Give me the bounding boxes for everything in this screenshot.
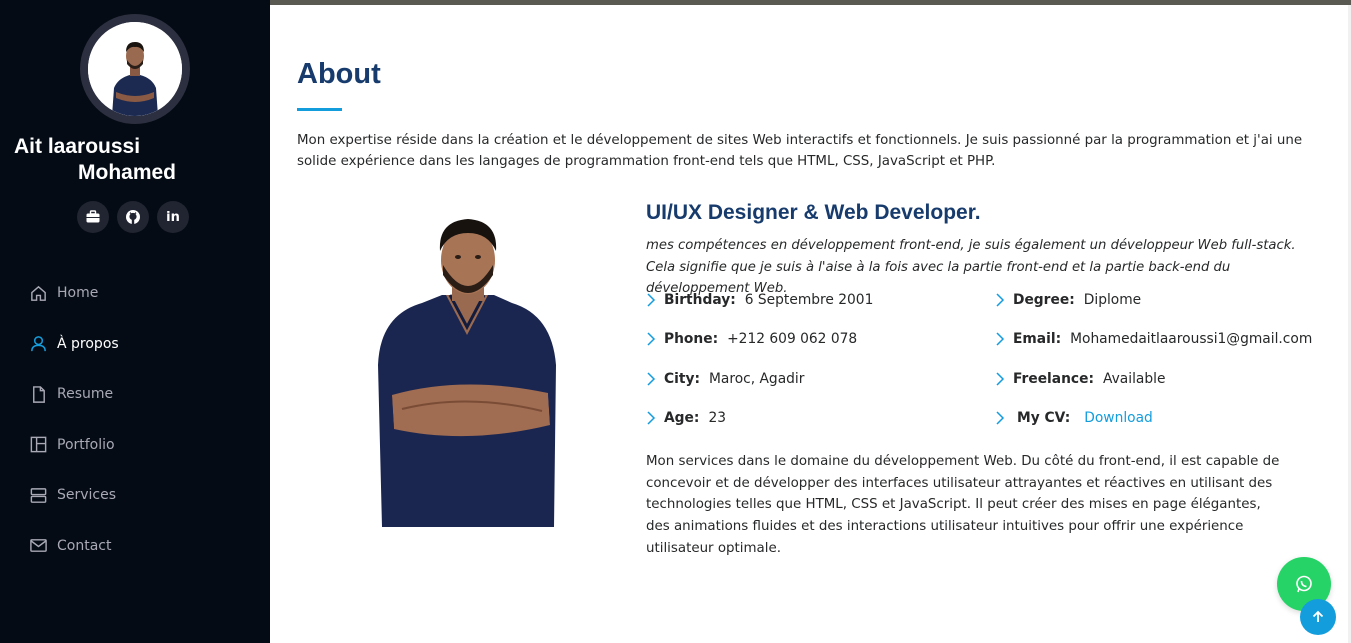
nav-item-home[interactable]: Home <box>28 268 119 319</box>
profile-portrait <box>372 215 562 527</box>
fact-cv: My CV: Download <box>995 410 1153 426</box>
fact-label: Degree: <box>1013 292 1075 308</box>
file-icon <box>28 384 48 404</box>
back-to-top-button[interactable] <box>1300 599 1336 635</box>
envelope-icon <box>28 536 48 556</box>
fact-age: Age: 23 <box>646 410 726 426</box>
fact-birthday: Birthday: 6 Septembre 2001 <box>646 292 873 308</box>
sidebar: Ait laaroussi Mohamed in Home À propos R… <box>0 0 270 643</box>
side-nav: Home À propos Resume Portfolio Services … <box>28 268 119 571</box>
fact-city: City: Maroc, Agadir <box>646 371 804 387</box>
fact-phone: Phone: +212 609 062 078 <box>646 331 857 347</box>
chevron-right-icon <box>995 372 1005 386</box>
nav-label: Resume <box>57 386 114 403</box>
services-description: Mon services dans le domaine du développ… <box>646 454 1280 556</box>
fact-label: My CV: <box>1017 410 1071 426</box>
chevron-right-icon <box>646 332 656 346</box>
nav-item-contact[interactable]: Contact <box>28 521 119 572</box>
avatar <box>80 14 190 124</box>
chevron-right-icon <box>995 293 1005 307</box>
server-icon <box>28 485 48 505</box>
role-description: mes compétences en développement front-e… <box>646 238 1296 296</box>
fact-label: Age: <box>664 410 700 426</box>
profile-name-line2: Mohamed <box>78 161 177 184</box>
about-intro: Mon expertise réside dans la création et… <box>297 133 1303 169</box>
title-underline <box>297 108 342 111</box>
role-title: UI/UX Designer & Web Developer. <box>646 201 981 224</box>
fact-label: Phone: <box>664 331 719 347</box>
fact-degree: Degree: Diplome <box>995 292 1141 308</box>
fact-label: Freelance: <box>1013 371 1094 387</box>
fact-value: Mohamedaitlaaroussi1@gmail.com <box>1070 331 1313 347</box>
section-title: About <box>297 58 381 90</box>
arrow-up-icon <box>1312 610 1324 622</box>
nav-item-portfolio[interactable]: Portfolio <box>28 420 119 471</box>
linkedin-link[interactable]: in <box>157 201 189 233</box>
fact-value: +212 609 062 078 <box>727 331 858 347</box>
briefcase-link[interactable] <box>77 201 109 233</box>
fact-value: Maroc, Agadir <box>708 371 805 387</box>
nav-item-services[interactable]: Services <box>28 470 119 521</box>
fact-value: 23 <box>708 410 726 426</box>
nav-item-about[interactable]: À propos <box>28 319 119 370</box>
fact-label: Email: <box>1013 331 1062 347</box>
chevron-right-icon <box>646 372 656 386</box>
download-cv-link[interactable]: Download <box>1084 410 1153 426</box>
nav-label: À propos <box>57 335 119 352</box>
fact-label: City: <box>664 371 700 387</box>
fact-value: Diplome <box>1083 292 1142 308</box>
nav-label: Services <box>57 487 117 504</box>
linkedin-icon: in <box>166 209 180 225</box>
fact-email: Email: Mohamedaitlaaroussi1@gmail.com <box>995 331 1312 347</box>
fact-value: 6 Septembre 2001 <box>744 292 874 308</box>
profile-name-line1: Ait laaroussi <box>14 135 141 158</box>
fact-freelance: Freelance: Available <box>995 371 1165 387</box>
chevron-right-icon <box>995 411 1005 425</box>
github-link[interactable] <box>117 201 149 233</box>
fact-value: Available <box>1102 371 1166 387</box>
nav-item-resume[interactable]: Resume <box>28 369 119 420</box>
top-banner-edge <box>270 0 1351 5</box>
nav-label: Home <box>57 285 99 302</box>
layout-icon <box>28 435 48 455</box>
nav-label: Portfolio <box>57 436 115 453</box>
social-links: in <box>77 201 189 233</box>
fact-label: Birthday: <box>664 292 736 308</box>
nav-label: Contact <box>57 537 112 554</box>
profile-name: Ait laaroussi Mohamed <box>14 134 264 186</box>
person-icon <box>28 334 48 354</box>
profile-photo <box>88 22 182 116</box>
briefcase-icon <box>86 210 100 223</box>
chevron-right-icon <box>646 293 656 307</box>
whatsapp-icon <box>1296 575 1312 593</box>
chevron-right-icon <box>995 332 1005 346</box>
home-icon <box>28 283 48 303</box>
github-icon <box>126 210 140 224</box>
chevron-right-icon <box>646 411 656 425</box>
